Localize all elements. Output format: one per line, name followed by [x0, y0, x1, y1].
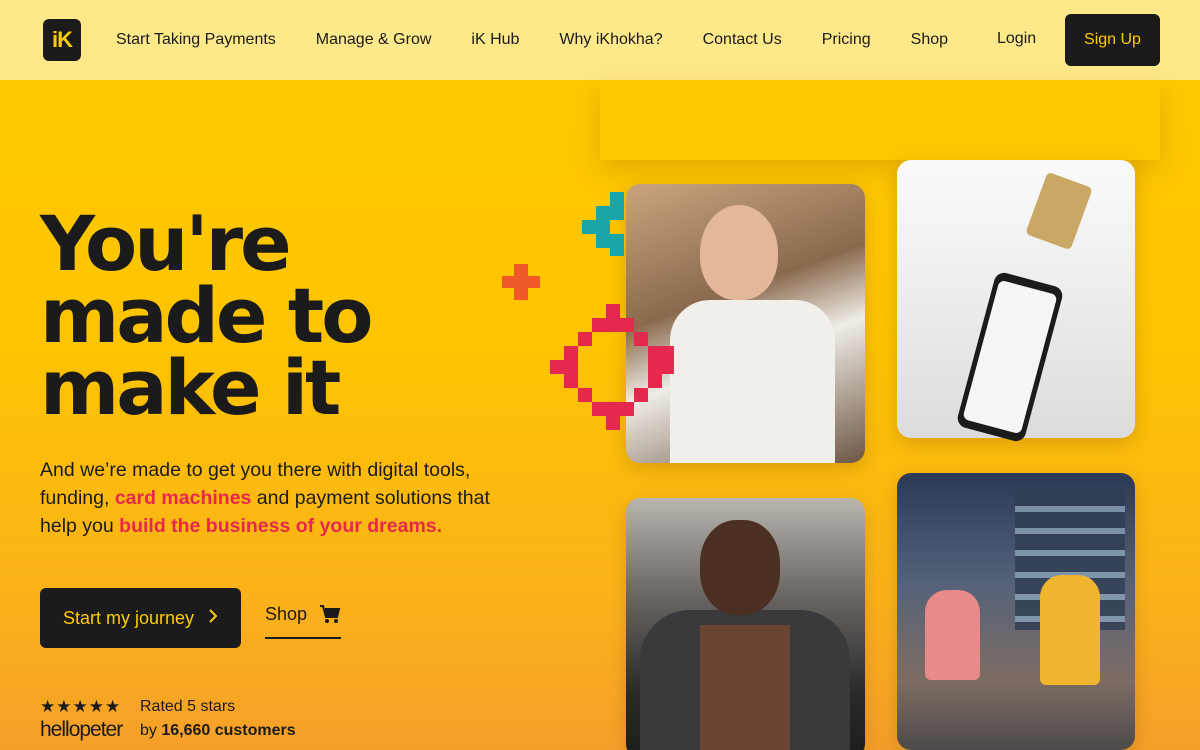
signup-button[interactable]: Sign Up [1065, 14, 1160, 66]
nav-start-taking-payments[interactable]: Start Taking Payments [116, 31, 276, 49]
chef-apron-shape [700, 625, 790, 750]
highlight-card-machines: card machines [114, 487, 252, 509]
nav-manage-grow[interactable]: Manage & Grow [316, 31, 432, 49]
headline-line-1: You're [40, 199, 292, 288]
hero-shadow-band [600, 80, 1160, 160]
headline-line-2: made to [40, 271, 373, 360]
hellopeter-logo: hellopeter [40, 718, 123, 741]
woman-shirt-shape [670, 300, 835, 463]
customer-shape [925, 590, 980, 680]
login-link[interactable]: Login [997, 30, 1036, 48]
rating-stars: ★★★★★ [40, 697, 122, 716]
nav-shop[interactable]: Shop [911, 31, 948, 49]
chevron-right-icon [208, 608, 218, 629]
pixel-pattern-decoration [502, 192, 674, 430]
nav-pricing[interactable]: Pricing [822, 31, 871, 49]
chef-head-shape [700, 520, 780, 615]
nav-ik-hub[interactable]: iK Hub [471, 31, 519, 49]
hero-headline: You're made to make it [40, 199, 460, 432]
highlight-dreams: build the business of your dreams. [119, 515, 443, 537]
shop-link[interactable]: Shop [265, 604, 342, 639]
rated-text: Rated 5 stars [140, 698, 236, 715]
headline-line-3: make it [40, 343, 341, 432]
assistant-shape [1040, 575, 1100, 685]
nav-contact-us[interactable]: Contact Us [703, 31, 782, 49]
nav-links: Start Taking Payments Manage & Grow iK H… [116, 0, 988, 80]
ikhokha-logo[interactable]: iK [43, 19, 81, 61]
start-journey-button[interactable]: Start my journey [40, 588, 241, 648]
customer-count: by 16,660 customers [140, 722, 296, 739]
woman-face-shape [700, 205, 778, 300]
top-navigation: iK Start Taking Payments Manage & Grow i… [0, 0, 1200, 80]
cart-icon [319, 604, 341, 624]
nav-why-ikhokha[interactable]: Why iKhokha? [559, 31, 662, 49]
hero-subtext: And we’re made to get you there with dig… [40, 459, 490, 537]
